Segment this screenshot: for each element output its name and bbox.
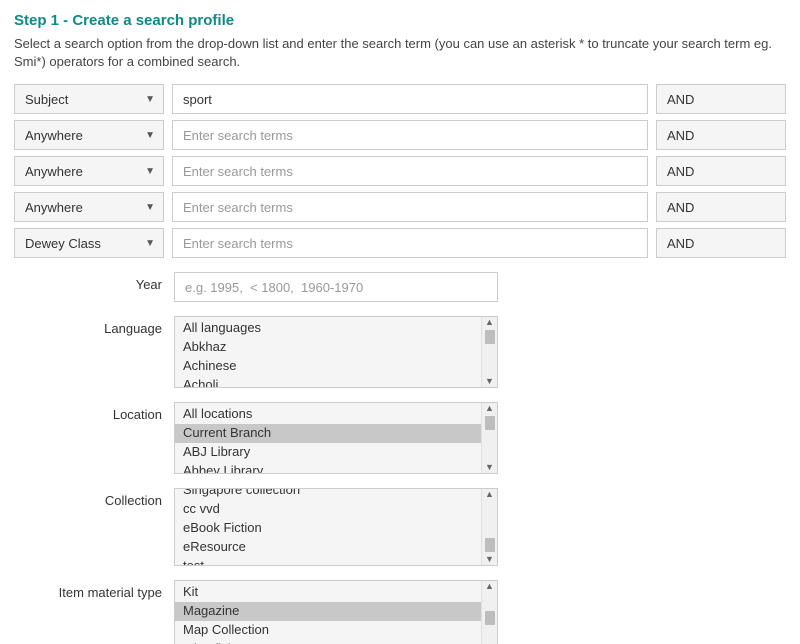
list-item[interactable]: eBook Fiction — [175, 519, 481, 538]
field-dropdown-label: Anywhere — [25, 200, 83, 215]
search-row: Anywhere ▼ AND — [14, 156, 786, 186]
scroll-thumb[interactable] — [485, 330, 495, 344]
filter-row-material-type: Item material type Kit Magazine Map Coll… — [14, 580, 786, 644]
operator-dropdown[interactable]: AND — [656, 228, 786, 258]
filter-label: Collection — [14, 488, 174, 566]
chevron-down-icon: ▼ — [145, 202, 155, 213]
material-type-listbox[interactable]: Kit Magazine Map Collection Microfiche ▲ — [174, 580, 498, 644]
filter-label: Location — [14, 402, 174, 474]
filter-row-collection: Collection Singapore collection cc vvd e… — [14, 488, 786, 566]
filter-label: Year — [14, 272, 174, 302]
year-input[interactable] — [174, 272, 498, 302]
search-term-input[interactable] — [172, 120, 648, 150]
list-item[interactable]: Microfiche — [175, 640, 481, 644]
scroll-up-icon[interactable]: ▲ — [485, 489, 494, 500]
step-title: Step 1 - Create a search profile — [14, 12, 786, 29]
list-item[interactable]: Acholi — [175, 376, 481, 387]
scrollbar[interactable]: ▲ ▼ — [481, 489, 497, 565]
list-item[interactable]: ABJ Library — [175, 443, 481, 462]
field-dropdown-label: Subject — [25, 92, 68, 107]
scroll-up-icon[interactable]: ▲ — [485, 317, 494, 328]
list-item[interactable]: Kit — [175, 583, 481, 602]
chevron-down-icon: ▼ — [145, 130, 155, 141]
location-listbox[interactable]: All locations Current Branch ABJ Library… — [174, 402, 498, 474]
list-item[interactable]: Singapore collection — [175, 489, 481, 500]
operator-label: AND — [667, 236, 694, 251]
scroll-thumb[interactable] — [485, 538, 495, 552]
list-item[interactable]: Abkhaz — [175, 338, 481, 357]
search-row: Dewey Class ▼ AND — [14, 228, 786, 258]
operator-label: AND — [667, 200, 694, 215]
field-dropdown-label: Anywhere — [25, 128, 83, 143]
field-dropdown-anywhere[interactable]: Anywhere ▼ — [14, 156, 164, 186]
search-term-input[interactable] — [172, 84, 648, 114]
scrollbar[interactable]: ▲ — [481, 581, 497, 644]
filter-row-year: Year — [14, 272, 786, 302]
chevron-down-icon: ▼ — [145, 94, 155, 105]
operator-dropdown[interactable]: AND — [656, 192, 786, 222]
search-term-input[interactable] — [172, 228, 648, 258]
field-dropdown-dewey-class[interactable]: Dewey Class ▼ — [14, 228, 164, 258]
list-item[interactable]: Achinese — [175, 357, 481, 376]
search-term-input[interactable] — [172, 192, 648, 222]
list-item[interactable]: test — [175, 557, 481, 565]
list-item[interactable]: Abbey Library — [175, 462, 481, 473]
operator-dropdown[interactable]: AND — [656, 84, 786, 114]
collection-listbox[interactable]: Singapore collection cc vvd eBook Fictio… — [174, 488, 498, 566]
filter-label: Language — [14, 316, 174, 388]
scroll-thumb[interactable] — [485, 416, 495, 430]
list-item[interactable]: cc vvd — [175, 500, 481, 519]
list-item[interactable]: Current Branch — [175, 424, 481, 443]
scroll-down-icon[interactable]: ▼ — [485, 462, 494, 473]
list-item[interactable]: All languages — [175, 319, 481, 338]
field-dropdown-label: Anywhere — [25, 164, 83, 179]
field-dropdown-anywhere[interactable]: Anywhere ▼ — [14, 120, 164, 150]
filter-row-location: Location All locations Current Branch AB… — [14, 402, 786, 474]
list-item[interactable]: Map Collection — [175, 621, 481, 640]
operator-dropdown[interactable]: AND — [656, 156, 786, 186]
search-row: Subject ▼ AND — [14, 84, 786, 114]
step-description: Select a search option from the drop-dow… — [14, 35, 786, 70]
field-dropdown-label: Dewey Class — [25, 236, 101, 251]
operator-dropdown[interactable]: AND — [656, 120, 786, 150]
scrollbar[interactable]: ▲ ▼ — [481, 403, 497, 473]
field-dropdown-anywhere[interactable]: Anywhere ▼ — [14, 192, 164, 222]
chevron-down-icon: ▼ — [145, 166, 155, 177]
operator-label: AND — [667, 164, 694, 179]
filter-row-language: Language All languages Abkhaz Achinese A… — [14, 316, 786, 388]
list-item[interactable]: eResource — [175, 538, 481, 557]
field-dropdown-subject[interactable]: Subject ▼ — [14, 84, 164, 114]
scroll-up-icon[interactable]: ▲ — [485, 403, 494, 414]
search-row: Anywhere ▼ AND — [14, 192, 786, 222]
scroll-thumb[interactable] — [485, 611, 495, 625]
operator-label: AND — [667, 92, 694, 107]
filter-label: Item material type — [14, 580, 174, 644]
scroll-down-icon[interactable]: ▼ — [485, 376, 494, 387]
operator-label: AND — [667, 128, 694, 143]
scrollbar[interactable]: ▲ ▼ — [481, 317, 497, 387]
list-item[interactable]: All locations — [175, 405, 481, 424]
list-item[interactable]: Magazine — [175, 602, 481, 621]
scroll-down-icon[interactable]: ▼ — [485, 554, 494, 565]
search-row: Anywhere ▼ AND — [14, 120, 786, 150]
chevron-down-icon: ▼ — [145, 238, 155, 249]
scroll-up-icon[interactable]: ▲ — [485, 581, 494, 592]
search-term-input[interactable] — [172, 156, 648, 186]
language-listbox[interactable]: All languages Abkhaz Achinese Acholi ▲ ▼ — [174, 316, 498, 388]
